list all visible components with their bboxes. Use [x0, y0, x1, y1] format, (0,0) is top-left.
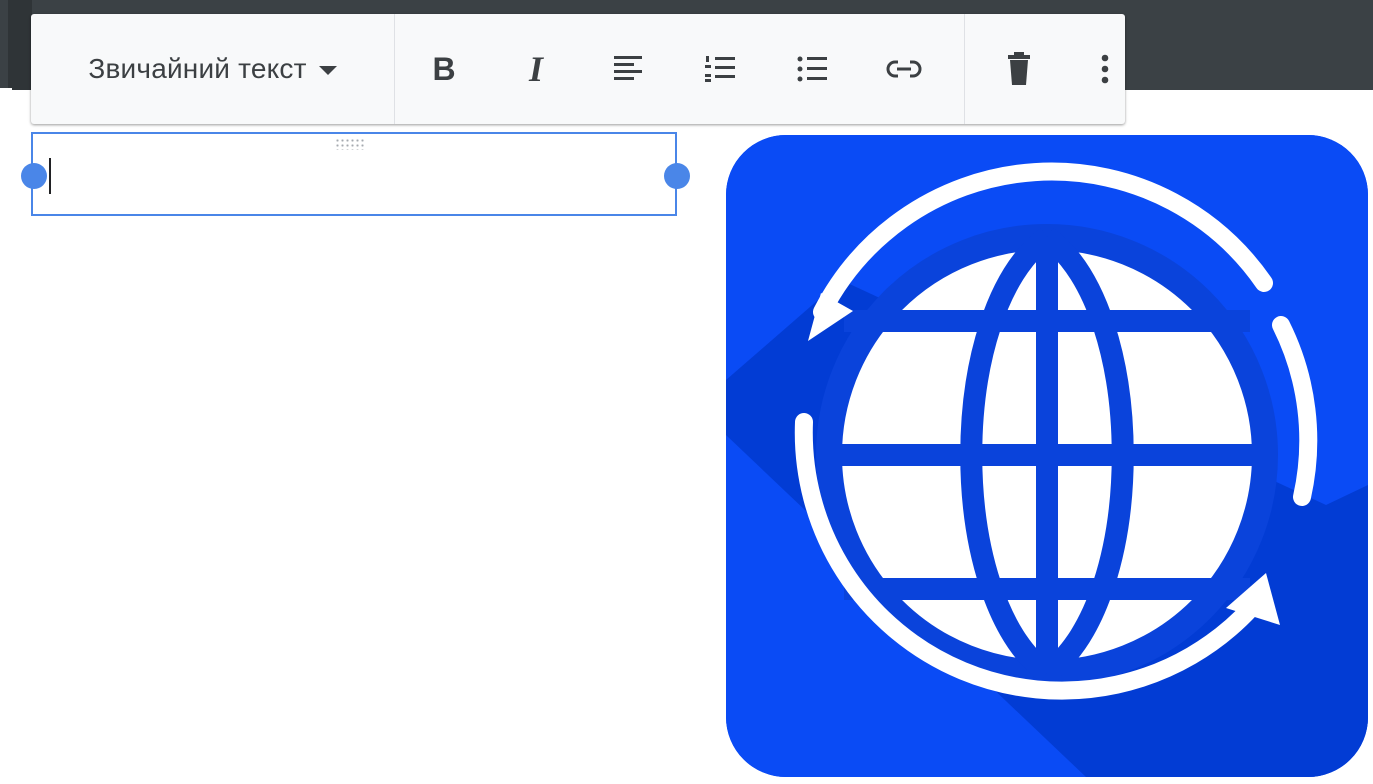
italic-icon: I — [528, 49, 543, 89]
editable-text-box[interactable] — [31, 132, 677, 216]
trash-icon — [1008, 52, 1030, 85]
bold-icon: B — [432, 51, 456, 87]
bulleted-list-icon — [797, 56, 827, 82]
globe-sync-icon — [726, 135, 1368, 777]
numbered-list-button[interactable] — [697, 46, 743, 92]
link-button[interactable] — [881, 46, 927, 92]
more-options-button[interactable] — [1085, 46, 1125, 92]
drag-handle-icon[interactable] — [335, 138, 365, 150]
bulleted-list-button[interactable] — [789, 46, 835, 92]
style-section: Звичайний текст — [31, 14, 395, 124]
link-icon — [886, 60, 922, 78]
text-formatting-toolbar: Звичайний текст B I — [31, 14, 1125, 124]
text-style-dropdown[interactable]: Звичайний текст — [88, 53, 337, 85]
dark-header-corner — [8, 0, 32, 90]
text-style-label: Звичайний текст — [88, 53, 307, 84]
actions-section — [965, 14, 1125, 124]
resize-handle-right[interactable] — [664, 163, 690, 189]
chevron-down-icon — [318, 66, 337, 75]
text-cursor — [49, 158, 51, 194]
resize-handle-left[interactable] — [21, 163, 47, 189]
italic-button[interactable]: I — [513, 46, 559, 92]
page-edge — [0, 88, 12, 784]
format-section: B I — [395, 14, 965, 124]
bold-button[interactable]: B — [421, 46, 467, 92]
delete-button[interactable] — [999, 46, 1039, 92]
globe-sync-image[interactable] — [726, 135, 1368, 777]
numbered-list-icon — [705, 56, 735, 82]
more-vertical-icon — [1101, 54, 1109, 84]
align-left-icon — [614, 56, 642, 80]
align-button[interactable] — [605, 46, 651, 92]
